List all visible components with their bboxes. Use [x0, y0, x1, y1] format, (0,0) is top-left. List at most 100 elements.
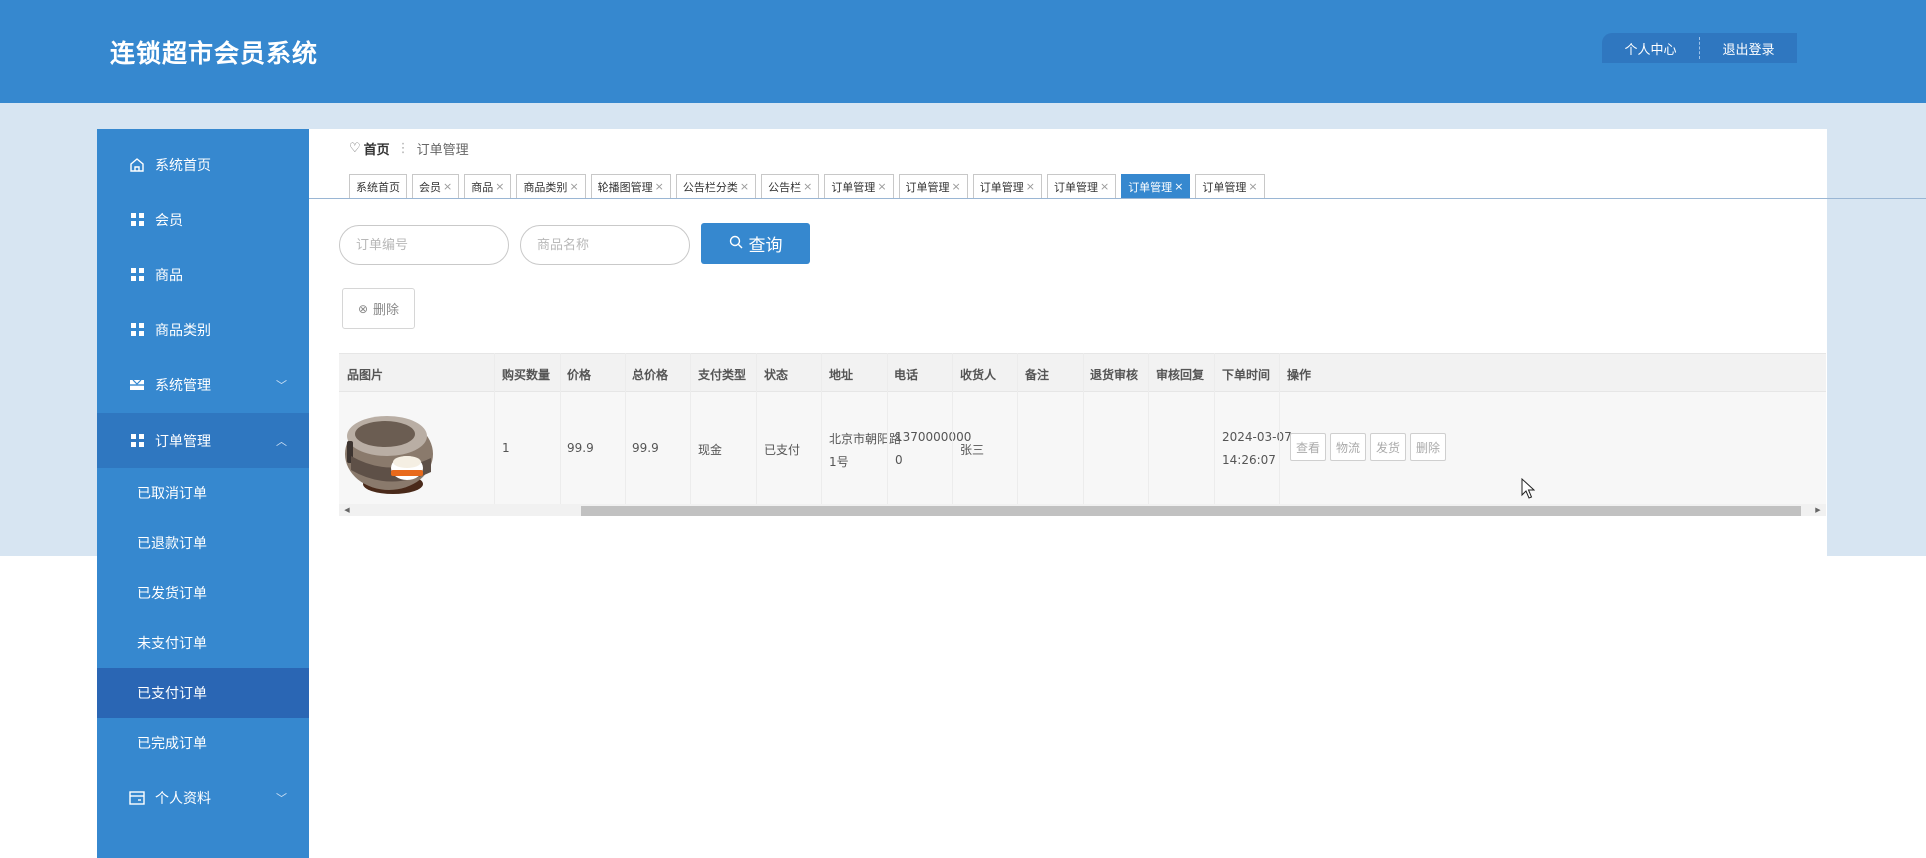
col-header-total: 总价格 — [632, 368, 669, 382]
sidebar-item-label: 系统管理 — [155, 377, 211, 394]
tab-label: 商品类别 — [523, 180, 568, 194]
product-name-input[interactable] — [520, 225, 690, 265]
sidebar-subitem-label: 已取消订单 — [137, 486, 207, 502]
sidebar-subitem-label: 已退款订单 — [137, 536, 207, 552]
layers-icon — [129, 377, 145, 393]
cell-status: 已支付 — [764, 443, 801, 457]
sidebar-subitem-label: 已发货订单 — [137, 586, 207, 602]
sidebar-subitem-refunded[interactable]: 已退款订单 — [97, 518, 309, 568]
cell-receiver: 张三 — [960, 443, 985, 457]
sidebar-item-label: 商品类别 — [155, 322, 211, 339]
close-icon[interactable]: × — [740, 180, 749, 193]
sidebar-item-product[interactable]: 商品 — [97, 247, 309, 302]
close-icon[interactable]: × — [952, 180, 961, 193]
col-header-status: 状态 — [764, 368, 789, 382]
tab-label: 商品 — [471, 180, 494, 194]
logistics-button[interactable]: 物流 — [1330, 433, 1366, 461]
col-header-price: 价格 — [567, 368, 592, 382]
grid-icon — [129, 267, 145, 283]
column-divider — [952, 353, 953, 504]
scroll-left-icon[interactable]: ◀ — [341, 504, 353, 516]
tab-bar: 系统首页 会员 × 商品 × 商品类别 × 轮播图管理 × 公告栏分类 × 公告栏 × 订单管理 × 订单管理… — [349, 174, 1270, 198]
tab-12[interactable]: 订单管理 × — [1195, 174, 1265, 198]
query-button[interactable]: 查询 — [701, 223, 810, 264]
close-icon[interactable]: × — [803, 180, 812, 193]
tab-label: 公告栏分类 — [682, 180, 738, 194]
tab-label: 订单管理 — [831, 180, 876, 194]
row-delete-button[interactable]: 删除 — [1410, 433, 1446, 461]
tab-10[interactable]: 订单管理 × — [1046, 174, 1117, 198]
close-icon[interactable]: × — [1248, 180, 1257, 193]
column-divider — [1083, 353, 1084, 504]
column-divider — [887, 353, 888, 504]
sidebar-subitem-completed[interactable]: 已完成订单 — [97, 718, 309, 768]
sidebar-item-system[interactable]: 系统管理 ﹀ — [97, 357, 309, 412]
profile-card-icon — [129, 790, 145, 806]
tab-11[interactable]: 订单管理 × — [1121, 174, 1191, 198]
orders-table: 品图片 购买数量 价格 总价格 支付类型 状态 地址 电话 收货人 备注 退货审… — [339, 353, 1826, 516]
tab-2[interactable]: 商品 × — [464, 174, 512, 198]
sidebar-item-order[interactable]: 订单管理 ︿ — [97, 413, 309, 468]
col-header-remark: 备注 — [1025, 368, 1050, 382]
tab-underline — [309, 198, 1926, 199]
tab-9[interactable]: 订单管理 × — [972, 174, 1042, 198]
sidebar-item-profile[interactable]: 个人资料 ﹀ — [97, 770, 309, 825]
sidebar-subitem-shipped[interactable]: 已发货订单 — [97, 568, 309, 618]
logout-link[interactable]: 退出登录 — [1700, 39, 1797, 58]
sidebar: 系统首页 会员 商品 商品类别 系统管理 ﹀ 订单管理 ︿ 已取消订单 已退款订… — [97, 129, 309, 858]
column-divider — [625, 353, 626, 504]
batch-delete-button[interactable]: ⊗ 删除 — [342, 288, 415, 329]
ship-button[interactable]: 发货 — [1370, 433, 1406, 461]
column-divider — [1017, 353, 1018, 504]
tab-5[interactable]: 公告栏分类 × — [675, 174, 757, 198]
circle-x-icon: ⊗ — [357, 301, 369, 316]
col-header-quantity: 购买数量 — [502, 368, 551, 382]
cell-address-line2: 1号 — [829, 455, 849, 469]
breadcrumb: ♡ 首页 ⋮ 订单管理 — [349, 139, 469, 158]
sidebar-item-label: 系统首页 — [155, 157, 211, 174]
sidebar-item-member[interactable]: 会员 — [97, 192, 309, 247]
sidebar-item-product-category[interactable]: 商品类别 — [97, 302, 309, 357]
tab-label: 订单管理 — [979, 180, 1024, 194]
tab-label: 订单管理 — [1053, 180, 1098, 194]
sidebar-subitem-cancelled[interactable]: 已取消订单 — [97, 468, 309, 518]
tab-3[interactable]: 商品类别 × — [516, 174, 586, 198]
sidebar-subitem-unpaid[interactable]: 未支付订单 — [97, 618, 309, 668]
personal-center-link[interactable]: 个人中心 — [1602, 39, 1699, 58]
tab-7[interactable]: 订单管理 × — [824, 174, 894, 198]
close-icon[interactable]: × — [495, 180, 504, 193]
tab-6[interactable]: 公告栏 × — [761, 174, 820, 198]
tab-1[interactable]: 会员 × — [412, 174, 460, 198]
order-number-input[interactable] — [339, 225, 509, 265]
close-icon[interactable]: × — [877, 180, 886, 193]
close-icon[interactable]: × — [569, 180, 578, 193]
close-icon[interactable]: × — [1174, 180, 1183, 193]
sidebar-item-label: 订单管理 — [155, 433, 211, 450]
col-header-address: 地址 — [829, 368, 854, 382]
scrollbar-thumb[interactable] — [581, 506, 1801, 516]
tab-label: 轮播图管理 — [597, 180, 653, 194]
cell-pay-type: 现金 — [698, 443, 723, 457]
tab-label: 系统首页 — [356, 180, 400, 194]
tab-8[interactable]: 订单管理 × — [898, 174, 968, 198]
horizontal-scrollbar[interactable]: ◀ ▶ — [339, 504, 1826, 516]
search-icon — [729, 235, 743, 253]
tab-4[interactable]: 轮播图管理 × — [590, 174, 671, 198]
main-content: ♡ 首页 ⋮ 订单管理 系统首页 会员 × 商品 × 商品类别 × 轮播图管理 × 公告栏分类 × 公… — [309, 129, 1926, 556]
column-divider — [494, 353, 495, 504]
breadcrumb-home[interactable]: 首页 — [364, 139, 390, 158]
close-icon[interactable]: × — [1026, 180, 1035, 193]
sidebar-item-home[interactable]: 系统首页 — [97, 137, 309, 192]
view-button[interactable]: 查看 — [1290, 433, 1326, 461]
tab-0[interactable]: 系统首页 — [349, 174, 407, 198]
sidebar-item-label: 个人资料 — [155, 790, 211, 807]
close-icon[interactable]: × — [443, 180, 452, 193]
breadcrumb-separator: ⋮ — [396, 141, 410, 156]
col-header-review-reply: 审核回复 — [1156, 368, 1205, 382]
sidebar-subitem-paid[interactable]: 已支付订单 — [97, 668, 309, 718]
scroll-right-icon[interactable]: ▶ — [1812, 504, 1824, 516]
cell-total: 99.9 — [632, 441, 659, 455]
close-icon[interactable]: × — [1100, 180, 1109, 193]
close-icon[interactable]: × — [655, 180, 664, 193]
col-header-phone: 电话 — [894, 368, 919, 382]
